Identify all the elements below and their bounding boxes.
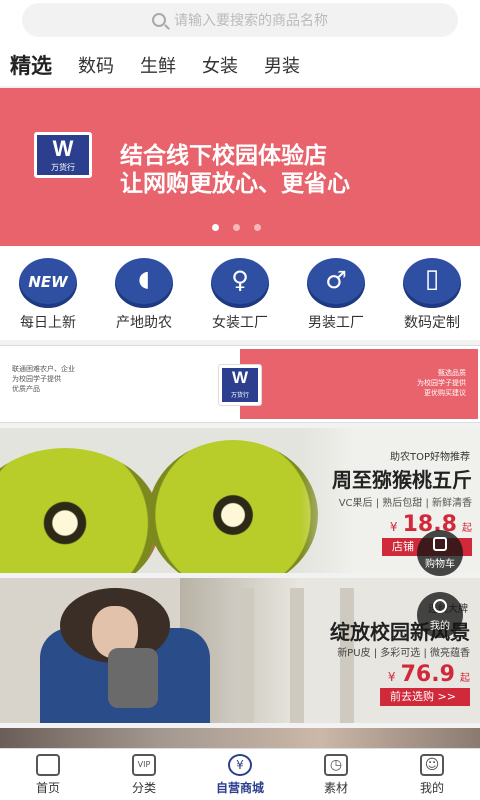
price-suffix: 起	[460, 673, 470, 684]
search-icon	[152, 13, 166, 27]
carousel-dots	[212, 224, 275, 231]
floating-cart-button[interactable]: 购物车	[417, 530, 463, 576]
shortcut-label: 男装工厂	[308, 315, 364, 331]
dress-icon: ♀	[211, 258, 269, 308]
tabbar-label: 自营商城	[215, 781, 264, 795]
shortcut-label: 数码定制	[404, 315, 460, 331]
bottom-tab-bar: 首页 VIP 分类 ¥ 自营商城 ◷ 素材 ☺ 我的	[0, 748, 480, 800]
clock-icon: ◷	[324, 754, 348, 776]
kiwi-image	[148, 440, 318, 573]
shortcut-label: 女装工厂	[212, 315, 268, 331]
price-suffix: 起	[462, 523, 472, 534]
shortcut-digital-custom[interactable]: ▯ 数码定制	[384, 246, 480, 340]
go-shopping-button[interactable]: 前去选购 >>	[380, 688, 470, 706]
promo-right-line: 甄选品质	[438, 369, 466, 377]
carousel-dot[interactable]	[212, 224, 219, 231]
promo-right-line: 更优购买建议	[424, 389, 466, 397]
kiwi-image	[0, 448, 160, 573]
cart-icon	[433, 537, 447, 551]
hero-banner[interactable]: W 万货行 结合线下校园体验店 让网购更放心、更省心	[0, 88, 480, 246]
promo-left-line: 优质产品	[12, 385, 40, 393]
brand-logo: W 万货行	[34, 132, 92, 178]
shortcut-label: 产地助农	[116, 315, 172, 331]
tab-featured[interactable]: 精选	[10, 50, 52, 80]
brand-logo-name: 万货行	[51, 163, 75, 172]
tabbar-label: 首页	[35, 781, 60, 795]
tabbar-label: 我的	[419, 781, 444, 795]
shortcut-label: 每日上新	[20, 315, 76, 331]
category-shortcuts: NEW 每日上新 ◖ 产地助农 ♀ 女装工厂 ♂ 男装工厂 ▯ 数码定制	[0, 246, 480, 340]
price-value: 76.9	[400, 662, 455, 687]
user-icon	[433, 599, 447, 613]
price-symbol: ¥	[387, 670, 396, 684]
product-subtitle: 助农TOP好物推荐	[389, 452, 470, 463]
search-input[interactable]: 请输入要搜索的商品名称	[22, 3, 458, 37]
shortcut-women-factory[interactable]: ♀ 女装工厂	[192, 246, 288, 340]
product-price: ¥ 76.9 起	[388, 662, 470, 687]
tab-digital[interactable]: 数码	[78, 52, 114, 78]
promo-banner[interactable]: 联通困难农户、企业 为校园学子提供 优质产品 甄选品质 为校园学子提供 更优购买…	[0, 345, 480, 423]
search-bar: 请输入要搜索的商品名称	[0, 0, 480, 44]
carousel-dot[interactable]	[233, 224, 240, 231]
tabbar-home[interactable]: 首页	[0, 749, 96, 800]
vip-icon: VIP	[132, 754, 156, 776]
column-image	[290, 588, 304, 723]
tabbar-self-mall[interactable]: ¥ 自营商城	[192, 749, 288, 800]
new-badge-icon: NEW	[19, 258, 77, 308]
column-image	[240, 588, 254, 723]
promo-left-text: 联通困难农户、企业 为校园学子提供 优质产品	[12, 364, 75, 394]
product-card-fashion[interactable]: 连线大牌 绽放校园新风景 新PU皮 | 多彩可选 | 微亮蕴香 ¥ 76.9 起…	[0, 578, 480, 723]
brand-logo: W 万货行	[218, 364, 262, 406]
tabbar-label: 分类	[131, 781, 156, 795]
category-tabs: 精选 数码 生鲜 女装 男装	[0, 44, 480, 86]
tabbar-label: 素材	[323, 781, 348, 795]
price-symbol: ¥	[389, 520, 398, 534]
next-product-peek	[0, 728, 480, 750]
promo-right-text: 甄选品质 为校园学子提供 更优购买建议	[417, 368, 466, 398]
phone-icon: ▯	[403, 258, 461, 308]
brand-logo-letter: W	[231, 368, 249, 387]
promo-left-line: 联通困难农户、企业	[12, 365, 75, 373]
promo-right-line: 为校园学子提供	[417, 379, 466, 387]
brand-logo-letter: W	[52, 136, 74, 161]
tabbar-category[interactable]: VIP 分类	[96, 749, 192, 800]
product-card-kiwi[interactable]: 助农TOP好物推荐 周至猕猴桃五斤 VC果后 | 熟后包甜 | 新鲜清香 ¥ 1…	[0, 428, 480, 573]
product-tags: VC果后 | 熟后包甜 | 新鲜清香	[338, 498, 472, 509]
tabbar-mine[interactable]: ☺ 我的	[384, 749, 480, 800]
tabbar-material[interactable]: ◷ 素材	[288, 749, 384, 800]
promo-left-line: 为校园学子提供	[12, 375, 61, 383]
user-icon: ☺	[420, 754, 444, 776]
shortcut-farm-origin[interactable]: ◖ 产地助农	[96, 246, 192, 340]
floating-cart-label: 购物车	[425, 559, 455, 570]
tab-men[interactable]: 男装	[264, 52, 300, 78]
home-icon	[36, 754, 60, 776]
mango-icon: ◖	[115, 258, 173, 308]
shortcut-daily-new[interactable]: NEW 每日上新	[0, 246, 96, 340]
tab-fresh[interactable]: 生鲜	[140, 52, 176, 78]
search-placeholder: 请输入要搜索的商品名称	[174, 13, 328, 29]
brand-logo-name: 万货行	[230, 392, 249, 399]
shirt-icon: ♂	[307, 258, 365, 308]
banner-subheadline: 让网购更放心、更省心	[120, 171, 350, 197]
product-tags: 新PU皮 | 多彩可选 | 微亮蕴香	[337, 648, 470, 659]
floating-mine-label: 我的	[430, 621, 450, 632]
tab-women[interactable]: 女装	[202, 52, 238, 78]
floating-mine-button[interactable]: 我的	[417, 592, 463, 638]
shortcut-men-factory[interactable]: ♂ 男装工厂	[288, 246, 384, 340]
model-scarf-image	[108, 648, 158, 708]
yen-coin-icon: ¥	[228, 754, 252, 776]
carousel-dot[interactable]	[254, 224, 261, 231]
product-title: 周至猕猴桃五斤	[332, 468, 472, 492]
